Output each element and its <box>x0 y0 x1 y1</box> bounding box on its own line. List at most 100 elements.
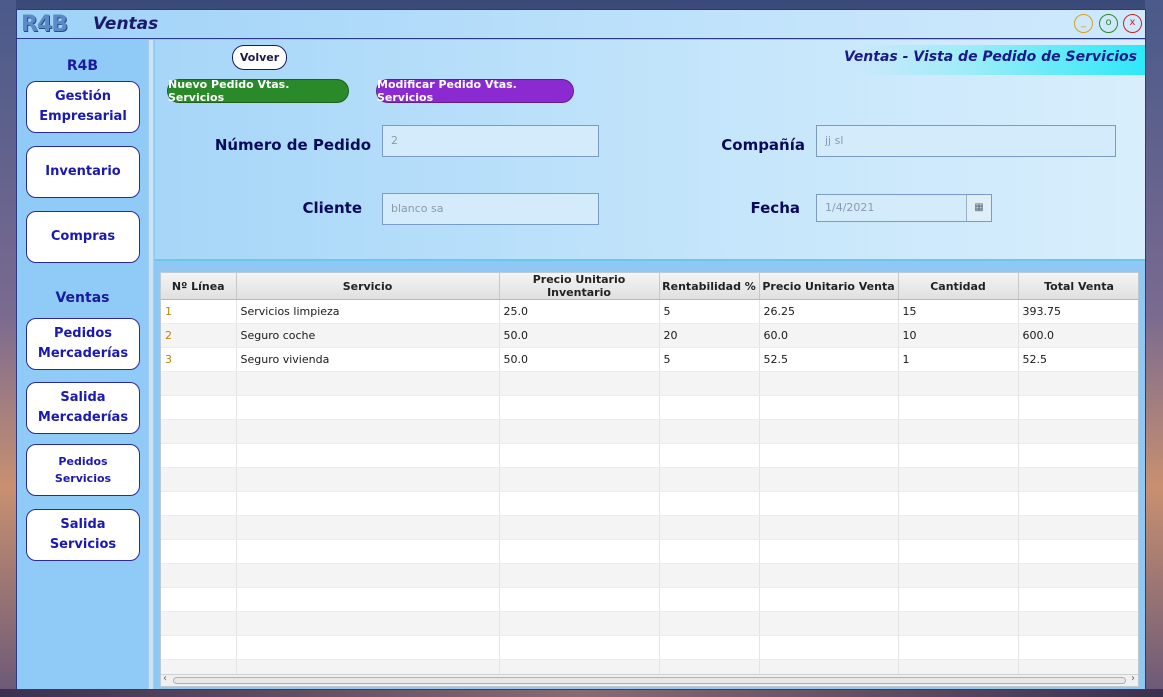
table-cell[interactable] <box>759 587 899 612</box>
table-cell[interactable] <box>161 419 237 444</box>
column-header-precio-inventario[interactable]: Precio Unitario Inventario <box>499 273 660 300</box>
table-cell[interactable]: 25.0 <box>499 299 660 324</box>
table-row[interactable] <box>161 443 1138 468</box>
table-row[interactable] <box>161 419 1138 444</box>
table-cell[interactable] <box>659 395 760 420</box>
table-cell[interactable] <box>759 563 899 588</box>
table-cell[interactable] <box>236 635 500 660</box>
table-cell[interactable]: 50.0 <box>499 347 660 372</box>
table-cell[interactable]: Servicios limpieza <box>236 299 500 324</box>
table-cell[interactable] <box>236 467 500 492</box>
table-cell[interactable] <box>659 467 760 492</box>
column-header-rentabilidad[interactable]: Rentabilidad % <box>659 273 760 300</box>
column-header-precio-venta[interactable]: Precio Unitario Venta <box>759 273 899 300</box>
table-cell[interactable] <box>161 395 237 420</box>
sidebar-item-salida-mercaderias[interactable]: Salida Mercaderías <box>26 382 140 434</box>
table-cell[interactable] <box>659 563 760 588</box>
table-cell[interactable] <box>1018 467 1138 492</box>
table-row[interactable] <box>161 611 1138 636</box>
scroll-right-icon[interactable]: › <box>1131 673 1135 684</box>
table-cell[interactable] <box>759 467 899 492</box>
cliente-field[interactable]: blanco sa <box>382 193 599 225</box>
table-row[interactable] <box>161 515 1138 540</box>
table-cell[interactable] <box>161 443 237 468</box>
table-cell[interactable] <box>499 515 660 540</box>
table-cell[interactable] <box>759 443 899 468</box>
volver-button[interactable]: Volver <box>232 45 287 70</box>
table-cell[interactable] <box>759 419 899 444</box>
table-cell[interactable] <box>161 371 237 396</box>
table-cell[interactable] <box>236 395 500 420</box>
table-cell[interactable] <box>161 491 237 516</box>
table-cell[interactable]: 26.25 <box>759 299 899 324</box>
table-cell[interactable] <box>236 539 500 564</box>
table-cell[interactable] <box>499 539 660 564</box>
table-cell[interactable]: Seguro coche <box>236 323 500 348</box>
table-cell[interactable] <box>161 563 237 588</box>
table-cell[interactable]: 5 <box>659 347 760 372</box>
table-row[interactable] <box>161 563 1138 588</box>
sidebar-splitter[interactable] <box>148 40 154 689</box>
table-cell[interactable]: 10 <box>898 323 1019 348</box>
table-row[interactable]: 2 Seguro coche 50.0 20 60.0 10 600.0 <box>161 323 1138 348</box>
table-cell[interactable] <box>1018 395 1138 420</box>
numero-pedido-field[interactable]: 2 <box>382 125 599 157</box>
table-cell[interactable] <box>659 491 760 516</box>
table-cell[interactable]: 52.5 <box>759 347 899 372</box>
table-cell[interactable] <box>659 443 760 468</box>
column-header-servicio[interactable]: Servicio <box>236 273 500 300</box>
table-cell[interactable] <box>236 563 500 588</box>
sidebar-item-salida-servicios[interactable]: Salida Servicios <box>26 509 140 561</box>
table-cell[interactable] <box>236 587 500 612</box>
maximize-button[interactable]: o <box>1099 14 1118 33</box>
table-cell[interactable] <box>1018 635 1138 660</box>
table-cell[interactable] <box>1018 611 1138 636</box>
table-cell[interactable] <box>499 395 660 420</box>
calendar-icon[interactable]: ▦ <box>966 195 991 221</box>
table-cell[interactable] <box>1018 371 1138 396</box>
table-cell[interactable] <box>161 635 237 660</box>
table-cell[interactable] <box>659 371 760 396</box>
table-cell[interactable] <box>236 371 500 396</box>
table-cell[interactable]: 600.0 <box>1018 323 1138 348</box>
table-cell[interactable] <box>759 611 899 636</box>
table-cell[interactable] <box>759 395 899 420</box>
horizontal-scrollbar[interactable]: ‹ › <box>161 673 1138 686</box>
table-row[interactable] <box>161 635 1138 660</box>
sidebar-item-compras[interactable]: Compras <box>26 211 140 263</box>
table-cell[interactable] <box>898 587 1019 612</box>
table-cell[interactable] <box>759 491 899 516</box>
table-cell[interactable] <box>161 515 237 540</box>
table-cell[interactable]: 15 <box>898 299 1019 324</box>
table-cell[interactable]: 3 <box>161 347 237 372</box>
table-cell[interactable] <box>236 419 500 444</box>
scroll-left-icon[interactable]: ‹ <box>163 673 167 684</box>
nuevo-pedido-button[interactable]: Nuevo Pedido Vtas. Servicios <box>167 78 349 104</box>
table-cell[interactable] <box>759 635 899 660</box>
table-cell[interactable] <box>499 587 660 612</box>
table-cell[interactable] <box>1018 443 1138 468</box>
table-cell[interactable] <box>236 443 500 468</box>
table-cell[interactable] <box>499 611 660 636</box>
table-cell[interactable] <box>898 491 1019 516</box>
table-cell[interactable] <box>236 515 500 540</box>
table-cell[interactable] <box>236 611 500 636</box>
table-cell[interactable]: 20 <box>659 323 760 348</box>
table-cell[interactable] <box>499 491 660 516</box>
table-cell[interactable] <box>499 419 660 444</box>
table-cell[interactable]: 52.5 <box>1018 347 1138 372</box>
sidebar-item-pedidos-mercaderias[interactable]: Pedidos Mercaderías <box>26 318 140 370</box>
table-cell[interactable]: 60.0 <box>759 323 899 348</box>
table-cell[interactable] <box>898 539 1019 564</box>
table-cell[interactable]: 5 <box>659 299 760 324</box>
title-bar[interactable]: R4B Ventas _ o x <box>17 10 1145 39</box>
table-cell[interactable] <box>898 419 1019 444</box>
column-header-cantidad[interactable]: Cantidad <box>898 273 1019 300</box>
table-cell[interactable] <box>898 563 1019 588</box>
table-row[interactable] <box>161 539 1138 564</box>
table-row[interactable] <box>161 587 1138 612</box>
table-cell[interactable] <box>161 467 237 492</box>
table-cell[interactable] <box>499 467 660 492</box>
table-cell[interactable] <box>898 371 1019 396</box>
table-cell[interactable] <box>659 635 760 660</box>
